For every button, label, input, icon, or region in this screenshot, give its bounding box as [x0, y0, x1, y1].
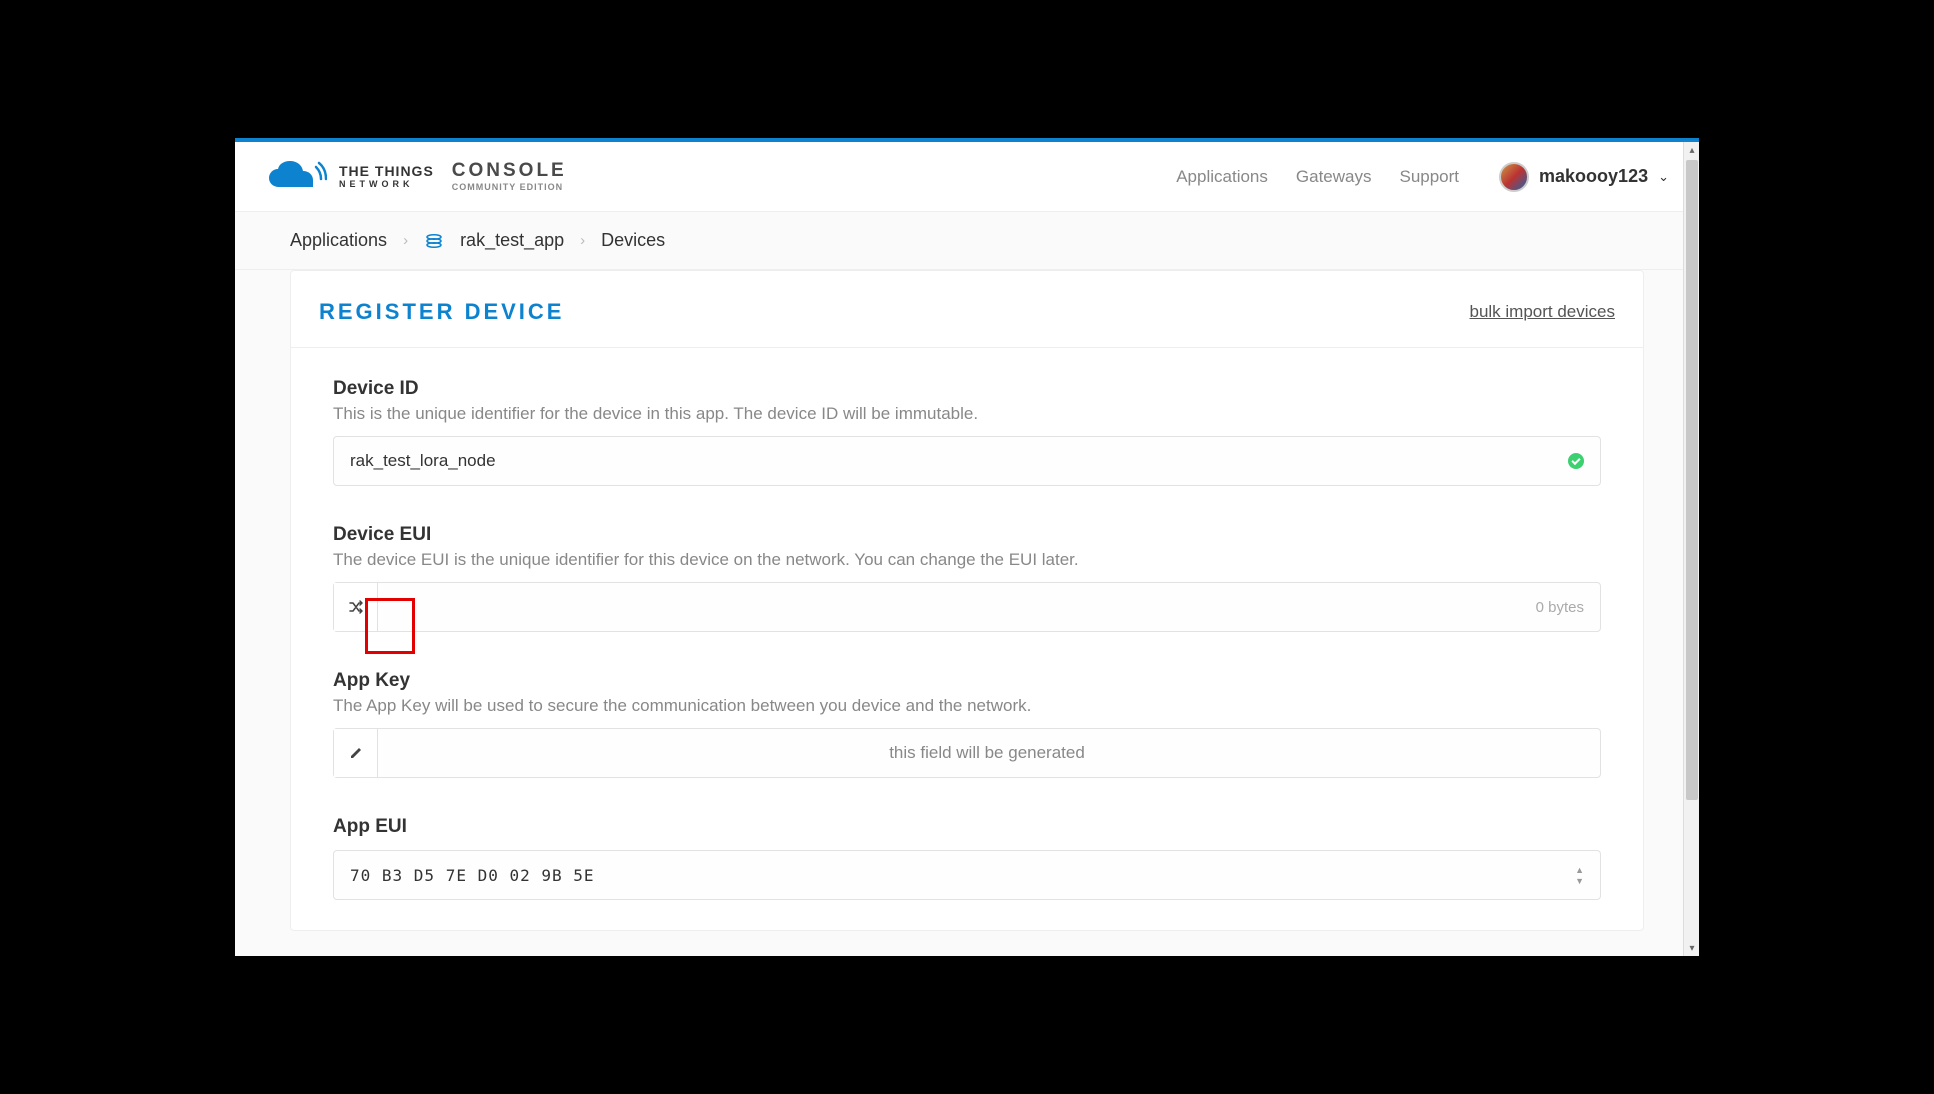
- device-id-label: Device ID: [333, 378, 1601, 400]
- device-eui-help: The device EUI is the unique identifier …: [333, 550, 1601, 570]
- field-device-id: Device ID This is the unique identifier …: [333, 378, 1601, 486]
- brand-subname: NETWORK: [339, 180, 434, 189]
- device-eui-input[interactable]: 0 bytes: [333, 582, 1601, 632]
- register-device-card: REGISTER DEVICE bulk import devices Devi…: [290, 270, 1644, 931]
- username: makoooy123: [1539, 166, 1648, 187]
- page-title: REGISTER DEVICE: [319, 299, 564, 325]
- bulk-import-link[interactable]: bulk import devices: [1469, 302, 1615, 322]
- app-eui-label: App EUI: [333, 816, 1601, 838]
- shuffle-button[interactable]: [334, 583, 378, 631]
- field-app-key: App Key The App Key will be used to secu…: [333, 670, 1601, 778]
- crumb-app-id[interactable]: rak_test_app: [460, 230, 564, 251]
- device-eui-label: Device EUI: [333, 524, 1601, 546]
- chevron-down-icon: ⌄: [1658, 169, 1669, 185]
- app-eui-select[interactable]: 70 B3 D5 7E D0 02 9B 5E ▲▼: [333, 850, 1601, 900]
- console-title: CONSOLE: [452, 161, 567, 180]
- nav-gateways[interactable]: Gateways: [1296, 167, 1372, 187]
- brand-name: THE THINGS: [339, 164, 434, 178]
- console-subtitle: COMMUNITY EDITION: [452, 183, 567, 192]
- nav-support[interactable]: Support: [1399, 167, 1459, 187]
- scroll-up-icon[interactable]: ▴: [1684, 142, 1700, 158]
- field-device-eui: Device EUI The device EUI is the unique …: [333, 524, 1601, 632]
- vertical-scrollbar[interactable]: ▴ ▾: [1683, 142, 1699, 956]
- brand-logo[interactable]: THE THINGS NETWORK: [265, 159, 434, 195]
- app-key-label: App Key: [333, 670, 1601, 692]
- nav-applications[interactable]: Applications: [1176, 167, 1268, 187]
- brand-text: THE THINGS NETWORK: [339, 164, 434, 189]
- crumb-applications[interactable]: Applications: [290, 230, 387, 251]
- device-id-value: rak_test_lora_node: [350, 451, 1568, 471]
- app-key-input[interactable]: this field will be generated: [333, 728, 1601, 778]
- user-menu[interactable]: makoooy123 ⌄: [1499, 162, 1669, 192]
- application-icon: [424, 231, 444, 251]
- chevron-right-icon: ›: [580, 232, 585, 249]
- avatar: [1499, 162, 1529, 192]
- app-eui-value: 70 B3 D5 7E D0 02 9B 5E: [350, 866, 1575, 885]
- device-id-help: This is the unique identifier for the de…: [333, 404, 1601, 424]
- cloud-icon: [265, 159, 327, 195]
- scroll-thumb[interactable]: [1686, 160, 1698, 800]
- app-key-help: The App Key will be used to secure the c…: [333, 696, 1601, 716]
- device-eui-bytes: 0 bytes: [1536, 599, 1584, 616]
- field-app-eui: App EUI 70 B3 D5 7E D0 02 9B 5E ▲▼: [333, 816, 1601, 900]
- crumb-devices[interactable]: Devices: [601, 230, 665, 251]
- console-brand: CONSOLE COMMUNITY EDITION: [452, 161, 567, 192]
- pencil-icon: [349, 746, 363, 760]
- edit-button[interactable]: [334, 729, 378, 777]
- device-id-input[interactable]: rak_test_lora_node: [333, 436, 1601, 486]
- stepper-icon[interactable]: ▲▼: [1575, 865, 1584, 886]
- chevron-right-icon: ›: [403, 232, 408, 249]
- header: THE THINGS NETWORK CONSOLE COMMUNITY EDI…: [235, 142, 1699, 212]
- scroll-down-icon[interactable]: ▾: [1684, 940, 1700, 956]
- shuffle-icon: [348, 599, 364, 615]
- valid-check-icon: [1568, 453, 1584, 469]
- breadcrumb: Applications › rak_test_app › Devices: [235, 212, 1699, 270]
- app-key-placeholder: this field will be generated: [390, 743, 1584, 763]
